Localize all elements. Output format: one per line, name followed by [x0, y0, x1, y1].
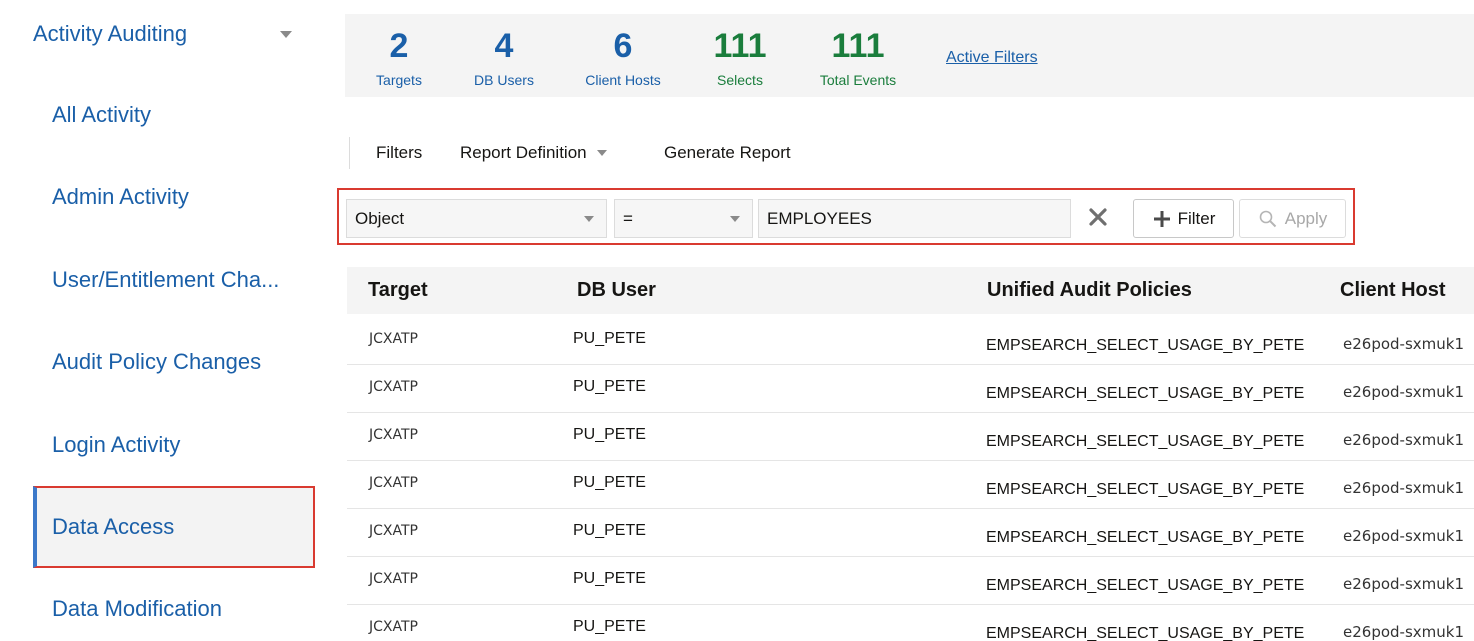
metric-total-events-label: Total Events [819, 72, 897, 88]
filter-value-text: EMPLOYEES [767, 208, 872, 228]
table-header: Target DB User Unified Audit Policies Cl… [347, 267, 1474, 314]
cell-target: JCXATP [369, 523, 418, 539]
metric-targets-label: Targets [376, 72, 422, 88]
close-icon[interactable] [1087, 206, 1109, 228]
cell-target: JCXATP [369, 619, 418, 635]
sidebar-group-activity-auditing[interactable]: Activity Auditing [33, 18, 295, 50]
table-row[interactable]: JCXATP PU_PETE EMPSEARCH_SELECT_USAGE_BY… [347, 557, 1474, 605]
column-header-db-user[interactable]: DB User [577, 279, 656, 302]
cell-db-user: PU_PETE [573, 618, 646, 635]
column-header-target[interactable]: Target [368, 279, 428, 302]
cell-db-user: PU_PETE [573, 522, 646, 539]
table-row[interactable]: JCXATP PU_PETE EMPSEARCH_SELECT_USAGE_BY… [347, 461, 1474, 509]
active-filters-link[interactable]: Active Filters [946, 49, 1038, 67]
cell-db-user: PU_PETE [573, 426, 646, 443]
cell-db-user: PU_PETE [573, 378, 646, 395]
filter-operator-select[interactable]: = [614, 199, 753, 238]
metric-selects-value: 111 [713, 27, 767, 65]
cell-target: JCXATP [369, 475, 418, 491]
metric-selects-label: Selects [717, 72, 763, 88]
metric-targets-value: 2 [389, 27, 409, 65]
cell-policies: EMPSEARCH_SELECT_USAGE_BY_PETE [986, 385, 1305, 402]
report-definition-menu[interactable]: Report Definition [460, 143, 607, 163]
filter-field-select[interactable]: Object [346, 199, 607, 238]
summary-bar: 2 Targets 4 DB Users 6 Client Hosts 111 … [345, 14, 1474, 97]
metric-total-events-value: 111 [831, 27, 885, 65]
table-row[interactable]: JCXATP PU_PETE EMPSEARCH_SELECT_USAGE_BY… [347, 605, 1474, 641]
cell-policies: EMPSEARCH_SELECT_USAGE_BY_PETE [986, 577, 1305, 594]
metric-db-users-value: 4 [494, 27, 514, 65]
filter-value-input[interactable]: EMPLOYEES [758, 199, 1071, 238]
toolbar-divider [349, 137, 350, 169]
sidebar-item-data-access[interactable]: Data Access [33, 486, 315, 568]
sidebar-item-user-entitlement-changes[interactable]: User/Entitlement Cha... [33, 239, 315, 321]
cell-db-user: PU_PETE [573, 570, 646, 587]
table-row[interactable]: JCXATP PU_PETE EMPSEARCH_SELECT_USAGE_BY… [347, 509, 1474, 557]
table-row[interactable]: JCXATP PU_PETE EMPSEARCH_SELECT_USAGE_BY… [347, 413, 1474, 461]
sidebar-item-all-activity[interactable]: All Activity [33, 74, 315, 156]
filter-field-value: Object [355, 208, 405, 228]
cell-target: JCXATP [369, 379, 418, 395]
cell-policies: EMPSEARCH_SELECT_USAGE_BY_PETE [986, 481, 1305, 498]
generate-report-button[interactable]: Generate Report [664, 143, 791, 163]
cell-target: JCXATP [369, 427, 418, 443]
column-header-client-host[interactable]: Client Host [1340, 279, 1446, 302]
search-icon [1259, 210, 1276, 227]
chevron-down-icon [596, 150, 607, 156]
cell-target: JCXATP [369, 331, 418, 347]
apply-label: Apply [1284, 208, 1328, 228]
cell-client-host: e26pod-sxmuk1 [1343, 431, 1464, 449]
sidebar: Activity Auditing All Activity Admin Act… [0, 0, 330, 641]
metric-client-hosts[interactable]: 6 Client Hosts [577, 28, 669, 88]
cell-db-user: PU_PETE [573, 330, 646, 347]
sidebar-item-audit-policy-changes[interactable]: Audit Policy Changes [33, 321, 315, 403]
table-row[interactable]: JCXATP PU_PETE EMPSEARCH_SELECT_USAGE_BY… [347, 317, 1474, 365]
cell-target: JCXATP [369, 571, 418, 587]
metric-db-users-label: DB Users [474, 72, 534, 88]
cell-client-host: e26pod-sxmuk1 [1343, 335, 1464, 353]
apply-button[interactable]: Apply [1239, 199, 1346, 238]
cell-client-host: e26pod-sxmuk1 [1343, 479, 1464, 497]
column-header-unified-audit-policies[interactable]: Unified Audit Policies [987, 279, 1192, 302]
cell-policies: EMPSEARCH_SELECT_USAGE_BY_PETE [986, 625, 1305, 641]
filters-menu[interactable]: Filters [376, 143, 422, 163]
cell-policies: EMPSEARCH_SELECT_USAGE_BY_PETE [986, 433, 1305, 450]
sidebar-item-login-activity[interactable]: Login Activity [33, 404, 315, 486]
metric-total-events[interactable]: 111 Total Events [813, 28, 903, 88]
sidebar-item-data-modification[interactable]: Data Modification [33, 568, 315, 641]
cell-client-host: e26pod-sxmuk1 [1343, 575, 1464, 593]
add-filter-label: Filter [1177, 208, 1216, 228]
metric-selects[interactable]: 111 Selects [705, 28, 775, 88]
cell-db-user: PU_PETE [573, 474, 646, 491]
metric-db-users[interactable]: 4 DB Users [464, 28, 544, 88]
metric-client-hosts-value: 6 [613, 27, 633, 65]
cell-client-host: e26pod-sxmuk1 [1343, 527, 1464, 545]
metric-client-hosts-label: Client Hosts [585, 72, 661, 88]
chevron-down-icon [730, 216, 740, 222]
chevron-down-icon [584, 216, 594, 222]
cell-client-host: e26pod-sxmuk1 [1343, 383, 1464, 401]
cell-policies: EMPSEARCH_SELECT_USAGE_BY_PETE [986, 337, 1305, 354]
cell-policies: EMPSEARCH_SELECT_USAGE_BY_PETE [986, 529, 1305, 546]
filter-operator-value: = [623, 208, 633, 228]
cell-client-host: e26pod-sxmuk1 [1343, 623, 1464, 641]
plus-icon [1153, 210, 1170, 227]
table-row[interactable]: JCXATP PU_PETE EMPSEARCH_SELECT_USAGE_BY… [347, 365, 1474, 413]
report-definition-label: Report Definition [460, 143, 587, 162]
sidebar-group-label: Activity Auditing [33, 21, 188, 46]
metric-targets[interactable]: 2 Targets [371, 28, 427, 88]
sidebar-item-admin-activity[interactable]: Admin Activity [33, 156, 315, 238]
chevron-down-icon [280, 30, 292, 38]
add-filter-button[interactable]: Filter [1133, 199, 1234, 238]
